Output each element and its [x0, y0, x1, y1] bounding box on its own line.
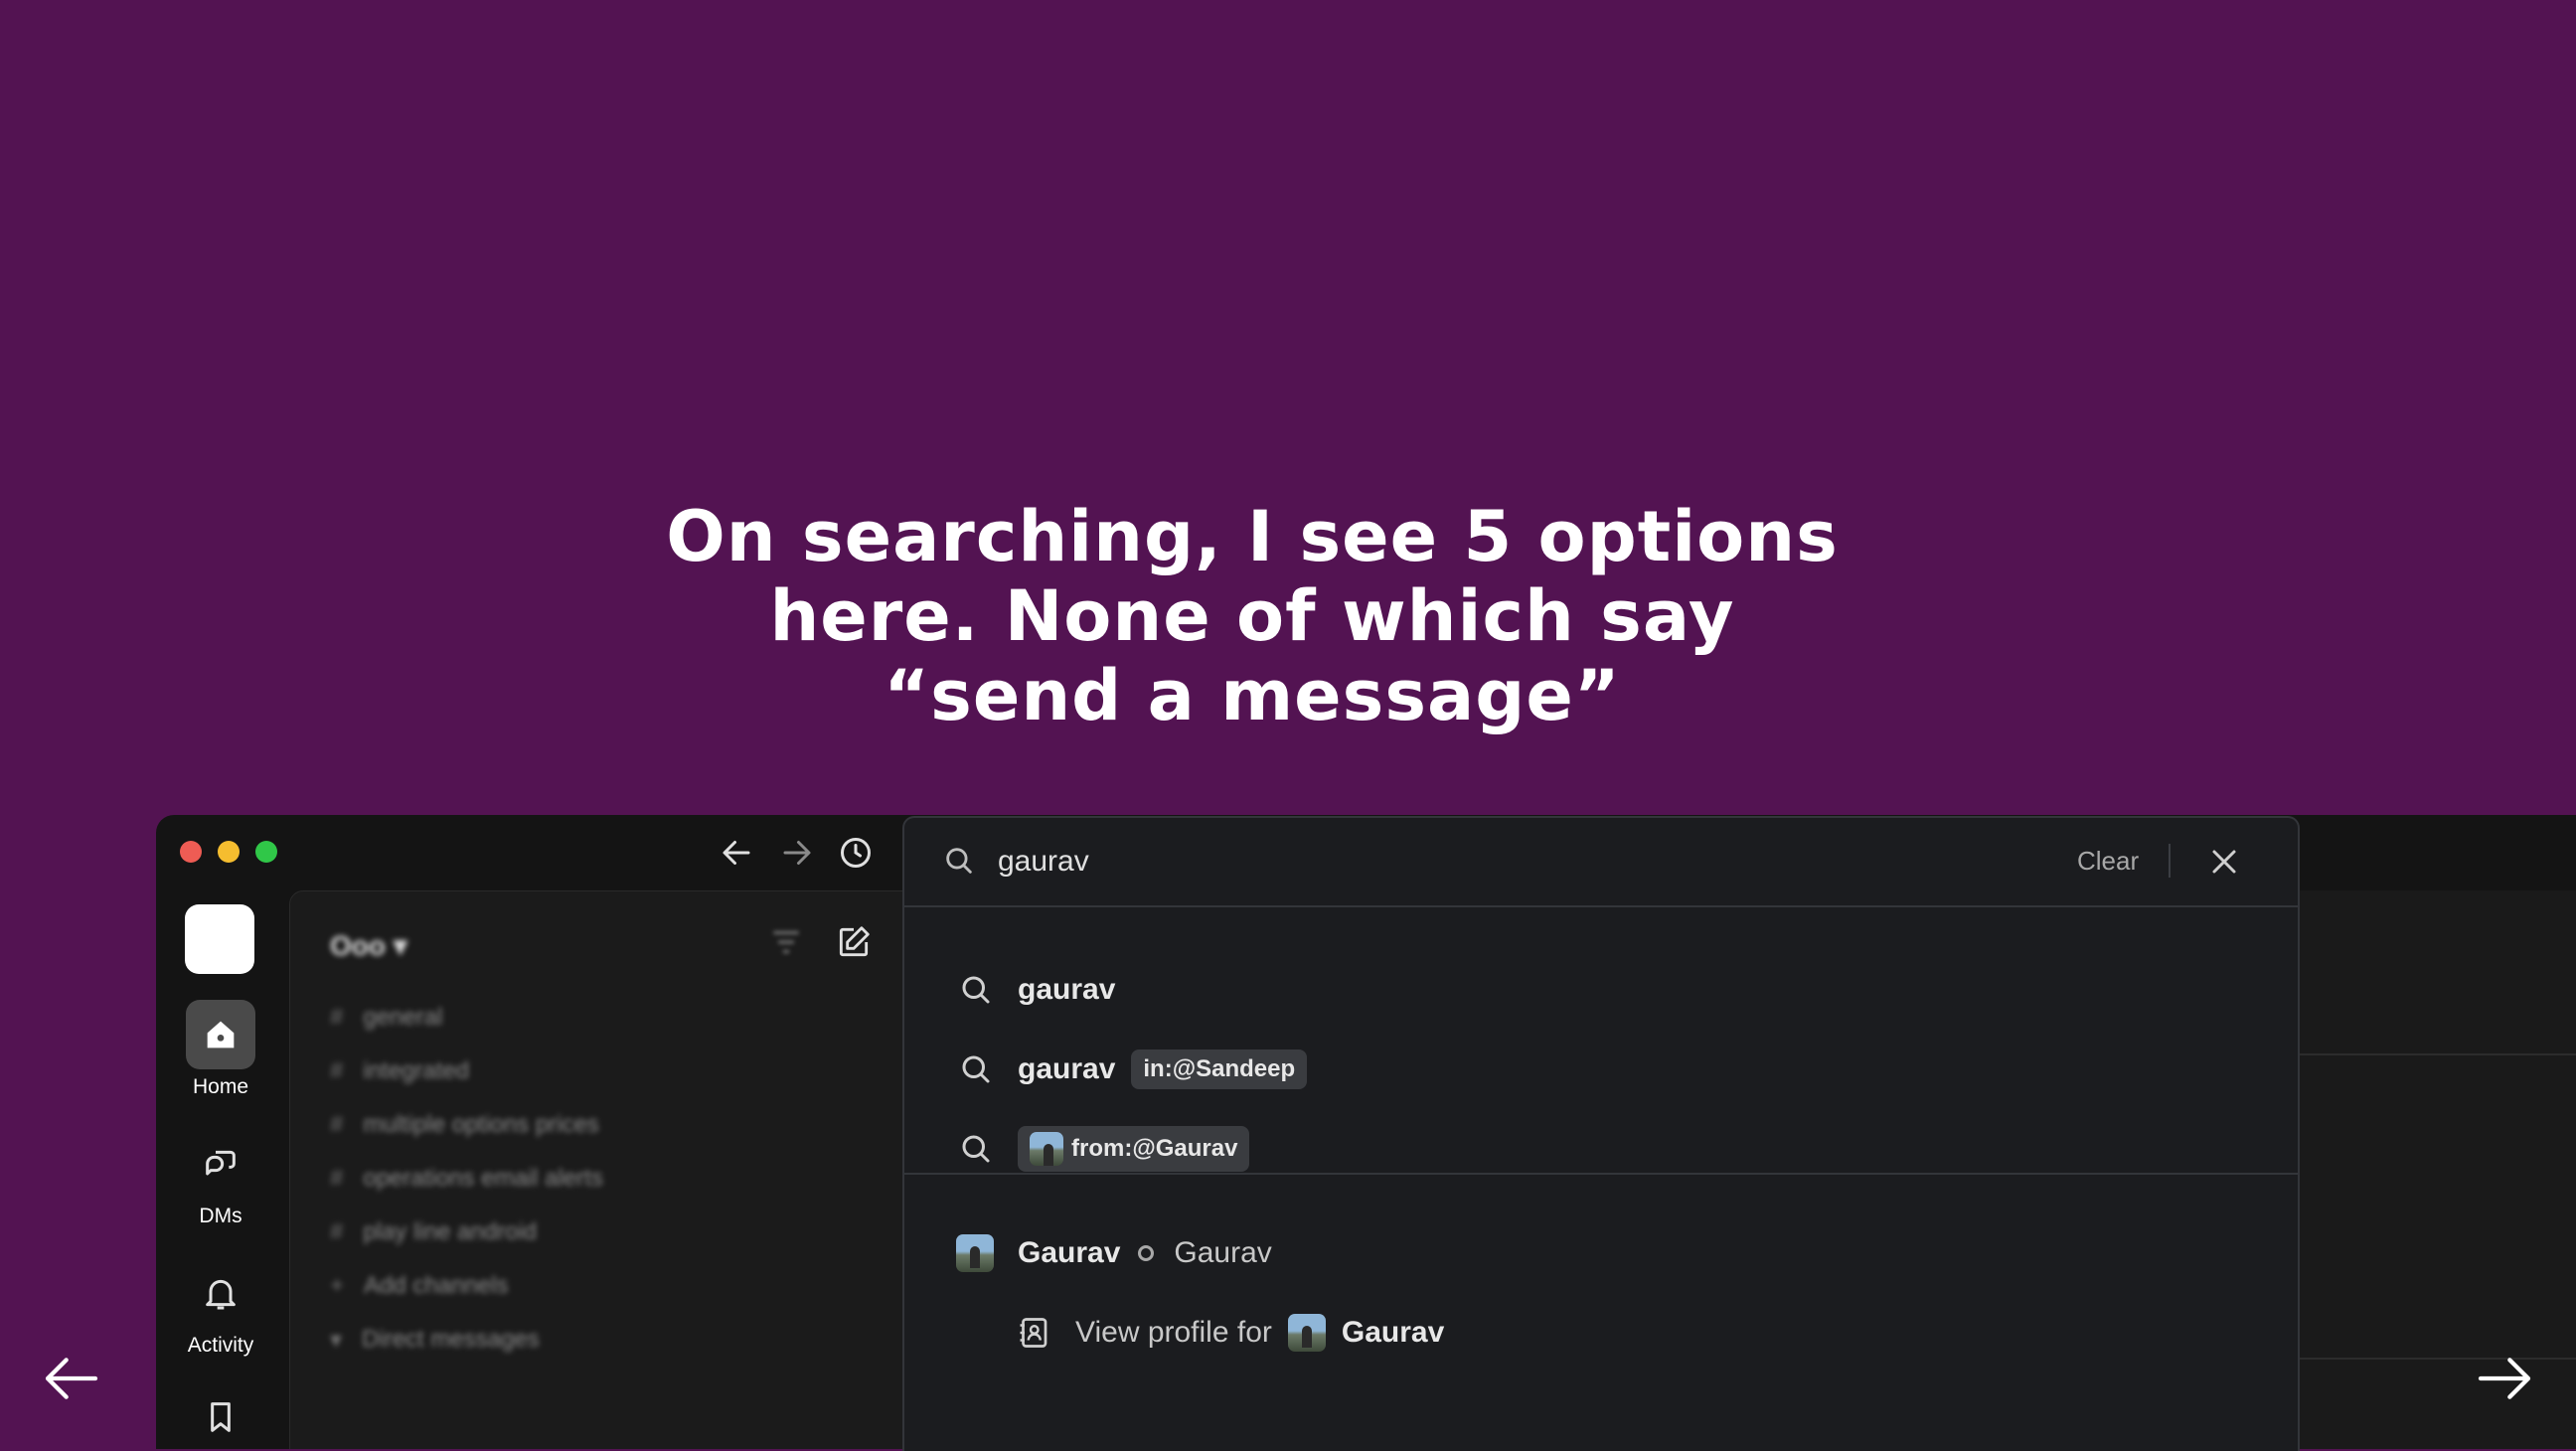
blurred-channel-list: # general # integrated # multiple options p…: [330, 1004, 603, 1354]
forward-arrow-icon[interactable]: [779, 835, 815, 871]
rail-item-dms[interactable]: DMs: [156, 1129, 285, 1228]
rail-label: DMs: [199, 1205, 242, 1227]
history-clock-icon[interactable]: [838, 835, 874, 871]
person-name: Gaurav: [1018, 1236, 1121, 1269]
view-profile-row[interactable]: View profile for Gaurav: [1016, 1305, 1444, 1361]
bookmark-icon: [186, 1382, 255, 1449]
minimize-window-button[interactable]: [218, 841, 240, 863]
rail-label: Home: [192, 1075, 249, 1098]
caption-line: On searching, I see 5 options: [666, 496, 1839, 577]
close-icon[interactable]: [2204, 842, 2244, 882]
search-input[interactable]: [996, 838, 1894, 886]
avatar: [1287, 1314, 1326, 1352]
rail-item-later[interactable]: [156, 1382, 285, 1449]
filter-chip: from:@Gaurav: [1018, 1126, 1250, 1172]
workspace-logo[interactable]: [185, 904, 254, 974]
filter-chip: in:@Sandeep: [1131, 1049, 1308, 1089]
search-bar: Clear: [904, 818, 2298, 907]
suggestion-text: gaurav: [1018, 973, 1116, 1006]
presence-icon: [1138, 1245, 1155, 1261]
clear-button[interactable]: Clear: [2077, 846, 2139, 877]
avatar: [956, 1234, 994, 1272]
divider: [904, 1173, 2298, 1175]
person-display-name: Gaurav: [1174, 1236, 1272, 1269]
suggestion-text: gaurav: [1018, 1052, 1116, 1085]
search-panel: Clear gaurav gaurav in:@Sandeep from:@Ga…: [902, 816, 2300, 1451]
search-suggestion[interactable]: from:@Gaurav: [958, 1121, 1250, 1177]
search-icon: [958, 1131, 994, 1167]
close-window-button[interactable]: [180, 841, 202, 863]
dms-icon: [186, 1129, 255, 1199]
rail-label: Activity: [187, 1334, 254, 1357]
divider: [2169, 844, 2171, 878]
arrow-right-icon[interactable]: [2473, 1347, 2536, 1410]
caption-line: here. None of which say: [769, 575, 1735, 657]
profile-card-icon: [1016, 1315, 1051, 1351]
search-suggestion[interactable]: gaurav in:@Sandeep: [958, 1042, 1308, 1097]
rail-item-home[interactable]: Home: [156, 1000, 285, 1099]
search-icon: [958, 1051, 994, 1087]
profile-name: Gaurav: [1341, 1316, 1445, 1349]
search-icon: [958, 972, 994, 1008]
workspace-name[interactable]: Ooo ▾: [330, 929, 407, 962]
bell-icon: [186, 1258, 255, 1328]
caption: On searching, I see 5 options here. None…: [0, 497, 2504, 735]
chip-label: from:@Gaurav: [1071, 1135, 1238, 1162]
arrow-left-icon[interactable]: [40, 1347, 103, 1410]
back-arrow-icon[interactable]: [719, 835, 754, 871]
search-suggestion[interactable]: gaurav: [958, 962, 1115, 1018]
view-profile-label: View profile for: [1075, 1316, 1272, 1349]
home-icon: [186, 1000, 255, 1069]
channel-sidebar: Ooo ▾ # general # integrated # multiple opt…: [289, 890, 907, 1449]
workspace-rail: Home DMs Activity: [156, 890, 285, 1449]
maximize-window-button[interactable]: [255, 841, 277, 863]
filter-icon[interactable]: [767, 923, 805, 961]
caption-line: “send a message”: [884, 655, 1621, 736]
avatar: [1030, 1132, 1063, 1166]
search-icon: [942, 844, 976, 878]
rail-item-activity[interactable]: Activity: [156, 1258, 285, 1358]
person-result[interactable]: Gaurav Gaurav: [956, 1225, 1272, 1281]
compose-icon[interactable]: [835, 923, 873, 961]
